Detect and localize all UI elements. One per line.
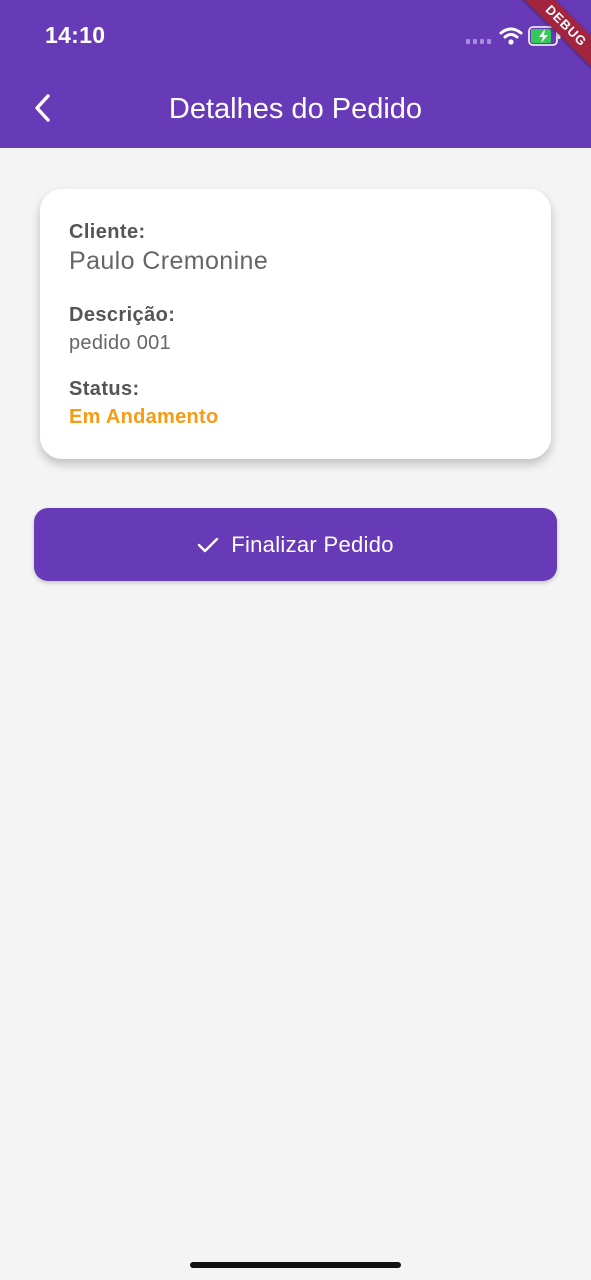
home-indicator[interactable]	[190, 1262, 401, 1268]
status-value: Em Andamento	[69, 406, 219, 428]
cellular-signal-icon	[466, 39, 491, 44]
description-value: pedido 001	[69, 332, 171, 354]
client-label: Cliente:	[69, 221, 146, 243]
app-header: 14:10 Detalhes do Pedido	[0, 0, 591, 148]
wifi-icon	[499, 27, 523, 45]
finish-order-button[interactable]: Finalizar Pedido	[34, 508, 557, 581]
finish-order-label: Finalizar Pedido	[231, 531, 394, 557]
order-details-card: Cliente: Paulo Cremonine Descrição: pedi…	[40, 189, 551, 459]
screen: 14:10 Detalhes do Pedido DEBUG Cliente: …	[0, 0, 591, 1280]
check-icon	[198, 537, 219, 552]
page-title: Detalhes do Pedido	[168, 93, 423, 125]
status-time: 14:10	[45, 22, 106, 48]
description-label: Descrição:	[69, 304, 176, 326]
status-label: Status:	[69, 378, 140, 400]
client-value: Paulo Cremonine	[69, 247, 269, 275]
